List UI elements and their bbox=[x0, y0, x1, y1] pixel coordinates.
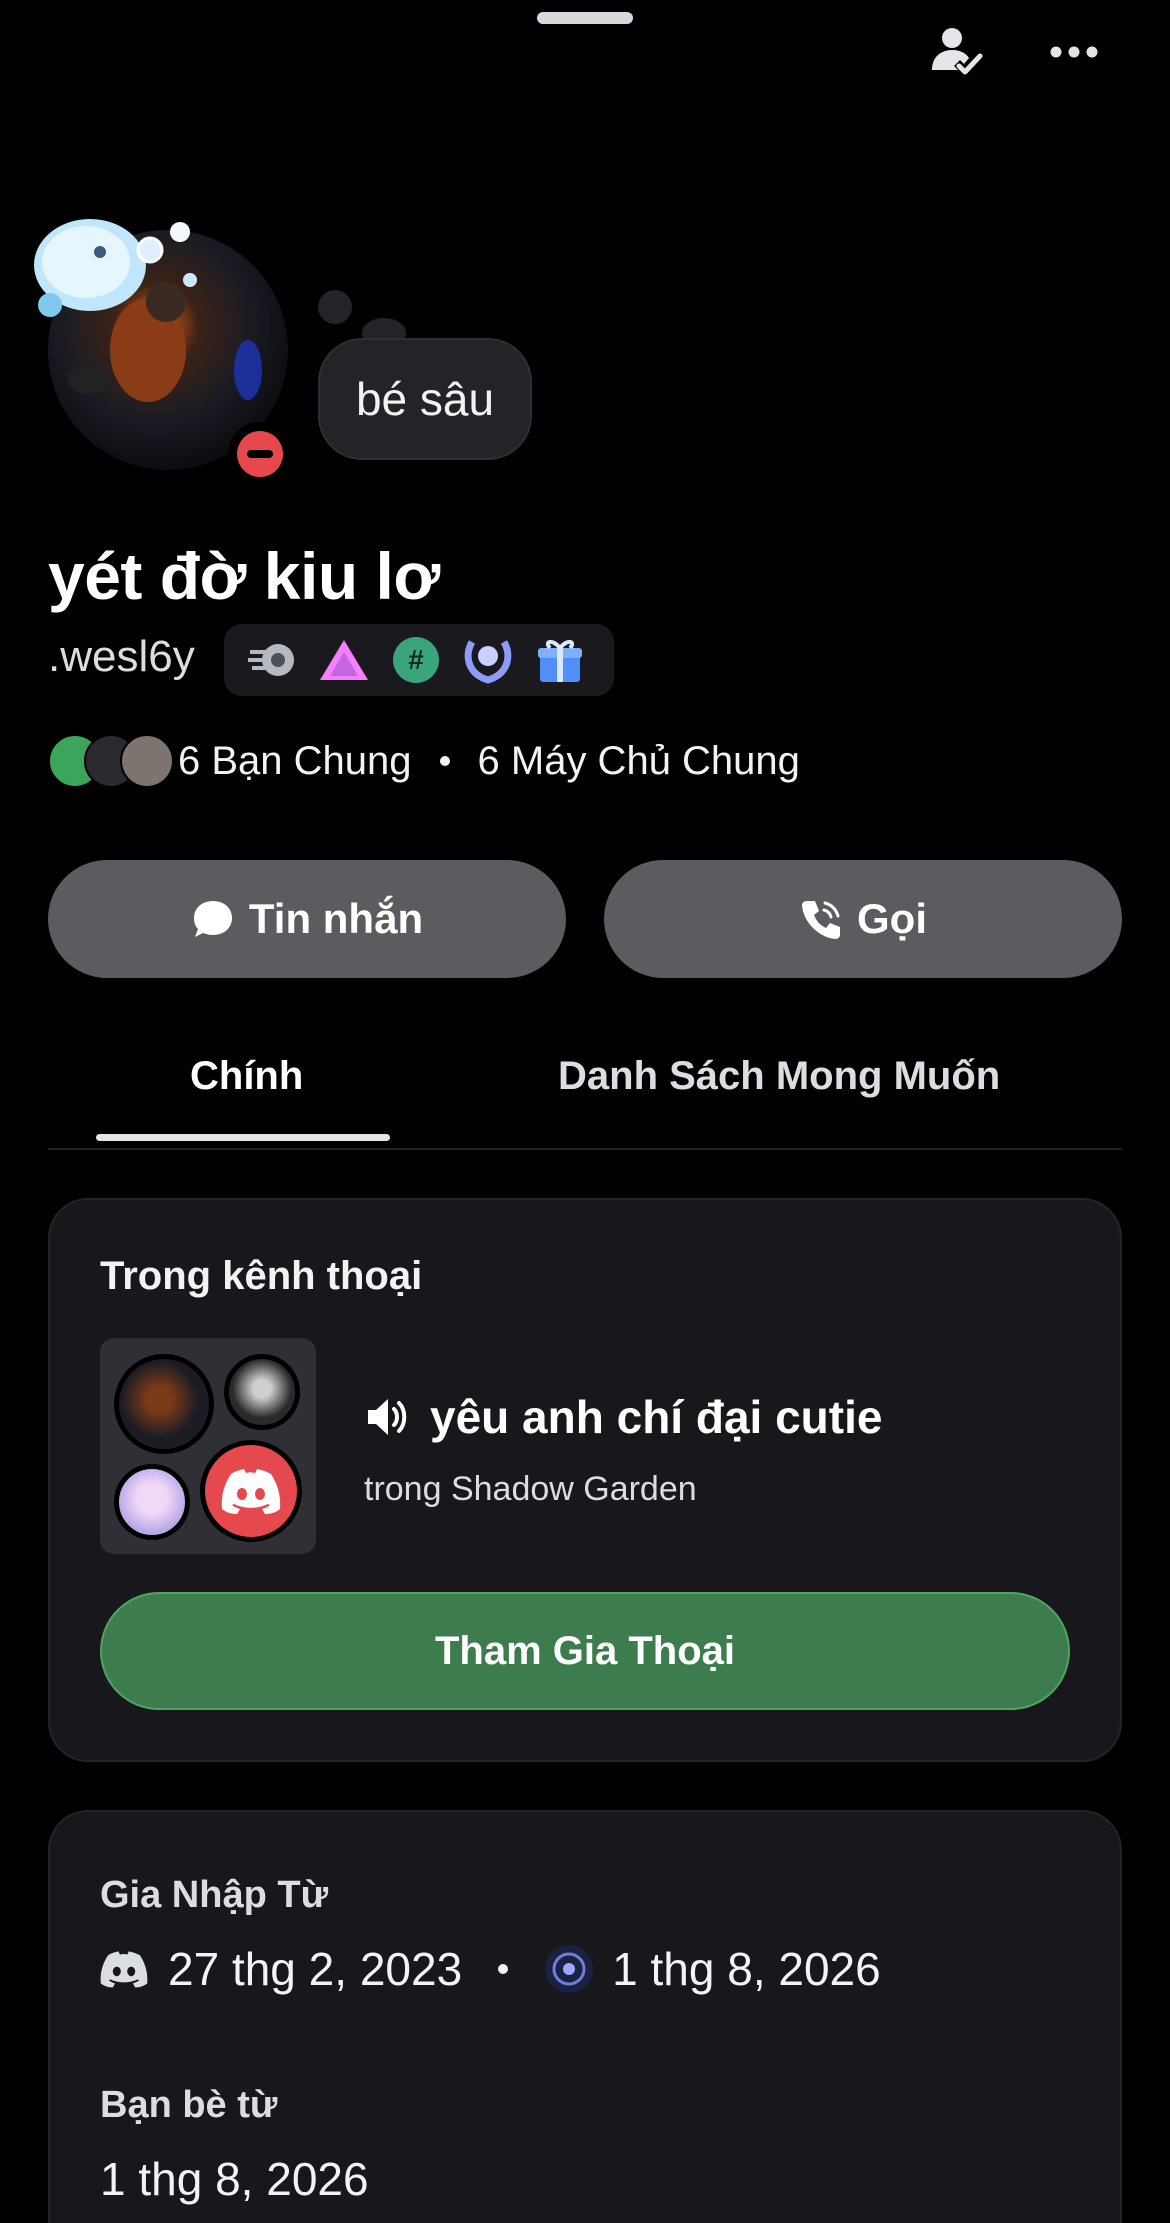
voice-server-name: trong Shadow Garden bbox=[364, 1470, 697, 1508]
message-button-label: Tin nhắn bbox=[248, 895, 424, 942]
mutual-avatar bbox=[120, 734, 174, 788]
avatar-decoration-icon bbox=[34, 219, 197, 317]
active-tab-indicator bbox=[96, 1134, 390, 1141]
separator-dot bbox=[439, 756, 450, 766]
member-since-card: Gia Nhập Từ 27 thg 2, 2023 1 thg 8, 2026… bbox=[48, 1810, 1122, 2223]
tab-wishlist[interactable]: Danh Sách Mong Muốn bbox=[558, 1054, 1000, 1099]
hashtag-badge-icon[interactable]: # bbox=[390, 634, 442, 686]
profile-sheet: bé sâu yét đờ kiu lơ .wesl6y # 6 Bạn Chu… bbox=[0, 0, 1170, 2223]
sheet-grabber[interactable] bbox=[537, 12, 633, 24]
ellipsis-icon[interactable] bbox=[1042, 20, 1106, 84]
mutual-avatars bbox=[48, 734, 178, 788]
profile-tabs: Chính Danh Sách Mong Muốn bbox=[48, 1040, 1122, 1150]
call-button[interactable]: Gọi bbox=[604, 860, 1122, 978]
phone-icon bbox=[802, 901, 840, 939]
nitro-badge-icon[interactable] bbox=[246, 634, 298, 686]
username[interactable]: .wesl6y bbox=[48, 632, 195, 682]
voice-channel-card: Trong kênh thoại yêu anh chí đại cutie t… bbox=[48, 1198, 1122, 1762]
user-check-icon[interactable] bbox=[924, 20, 988, 84]
svg-text:#: # bbox=[408, 644, 424, 675]
member-since-title: Gia Nhập Từ bbox=[100, 1874, 329, 1916]
voice-channel-label: yêu anh chí đại cutie bbox=[430, 1391, 883, 1443]
badge-list: # bbox=[224, 624, 614, 696]
mutuals-row[interactable]: 6 Bạn Chung 6 Máy Chủ Chung bbox=[48, 734, 800, 788]
note-text: bé sâu bbox=[355, 373, 495, 425]
participant-avatar bbox=[114, 1464, 190, 1540]
member-since-row: 27 thg 2, 2023 1 thg 8, 2026 bbox=[100, 1942, 881, 1996]
server-join-date: 1 thg 8, 2026 bbox=[612, 1943, 881, 1995]
server-icon bbox=[545, 1945, 594, 1993]
call-button-label: Gọi bbox=[857, 895, 927, 942]
mutual-friends-link[interactable]: 6 Bạn Chung bbox=[178, 739, 412, 784]
mutual-servers-link[interactable]: 6 Máy Chủ Chung bbox=[478, 739, 800, 784]
custom-note-bubble[interactable]: bé sâu bbox=[318, 338, 532, 460]
participant-avatar bbox=[224, 1354, 300, 1430]
display-name: yét đờ kiu lơ bbox=[48, 539, 440, 613]
note-bubble-dot bbox=[318, 290, 352, 324]
tab-main[interactable]: Chính bbox=[190, 1054, 303, 1099]
separator-dot bbox=[498, 1964, 509, 1974]
gift-badge-icon[interactable] bbox=[534, 634, 586, 686]
discord-logo-icon bbox=[200, 1440, 302, 1542]
join-voice-label: Tham Gia Thoại bbox=[434, 1628, 736, 1673]
voice-participants-thumbnail[interactable] bbox=[100, 1338, 316, 1554]
discord-join-date: 27 thg 2, 2023 bbox=[168, 1943, 463, 1995]
message-button[interactable]: Tin nhắn bbox=[48, 860, 566, 978]
friends-since-title: Bạn bè từ bbox=[100, 2084, 278, 2126]
speaker-icon bbox=[368, 1399, 407, 1435]
join-voice-button[interactable]: Tham Gia Thoại bbox=[100, 1592, 1070, 1710]
voice-channel-name[interactable]: yêu anh chí đại cutie bbox=[364, 1390, 882, 1444]
quest-badge-icon[interactable] bbox=[462, 634, 514, 686]
participant-avatar bbox=[114, 1354, 214, 1454]
voice-card-title: Trong kênh thoại bbox=[100, 1254, 423, 1298]
friends-since-date: 1 thg 8, 2026 bbox=[100, 2153, 369, 2205]
status-dnd-icon bbox=[228, 422, 292, 486]
chat-bubble-icon bbox=[193, 901, 232, 937]
discord-logo-icon bbox=[100, 1951, 148, 1988]
boost-badge-icon[interactable] bbox=[318, 634, 370, 686]
